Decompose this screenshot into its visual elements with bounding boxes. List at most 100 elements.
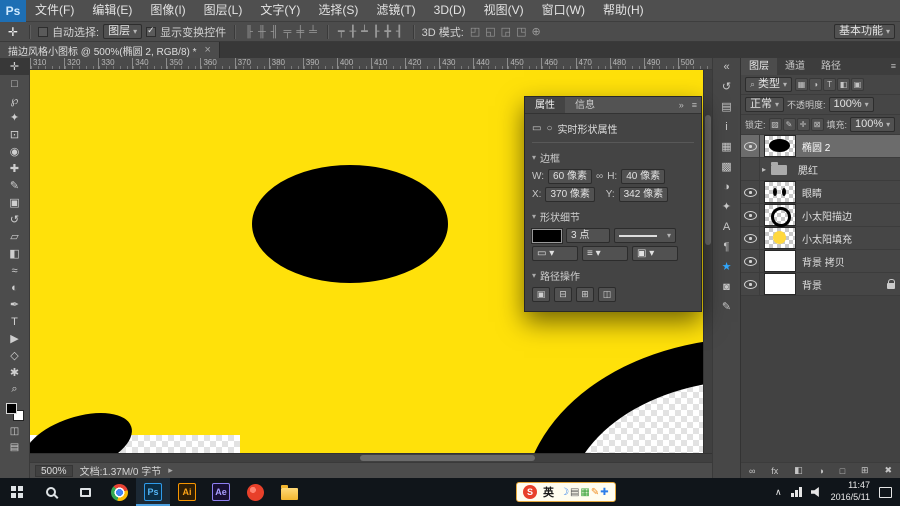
3d-drag-icon[interactable]: ◲ [499, 25, 513, 38]
workspace-select[interactable]: 基本功能 ▾ [834, 24, 895, 39]
3d-roll-icon[interactable]: ◱ [483, 25, 497, 38]
after-effects-taskbar-icon[interactable]: Ae [204, 478, 238, 506]
task-view-button[interactable] [68, 478, 102, 506]
menu-item[interactable]: 文件(F) [26, 0, 83, 21]
auto-select-target-select[interactable]: 图层 ▾ [103, 24, 142, 39]
height-field[interactable]: 40 像素 [621, 169, 665, 184]
layer-thumbnail[interactable] [765, 228, 795, 248]
action-center-icon[interactable] [879, 487, 892, 498]
start-button[interactable] [0, 478, 34, 506]
styles-icon[interactable]: ✦ [722, 201, 731, 214]
screen-mode-icon[interactable]: ▤ [10, 442, 19, 453]
info-icon[interactable]: i [725, 121, 727, 134]
horizontal-scrollbar[interactable] [30, 453, 712, 462]
vertical-scrollbar[interactable] [703, 70, 712, 453]
filter-adjustment-layers-icon[interactable]: ◑ [809, 78, 822, 91]
subtract-shape-icon[interactable]: ⊟ [554, 287, 572, 302]
layer-row[interactable]: ▸ 腮红 [741, 158, 900, 181]
vertical-scroll-thumb[interactable] [705, 115, 711, 245]
new-adjustment-layer-icon[interactable]: ◑ [818, 466, 823, 476]
filter-type-layers-icon[interactable]: T [823, 78, 836, 91]
status-menu-arrow-icon[interactable]: ▸ [168, 465, 173, 476]
layer-thumbnail[interactable] [769, 159, 791, 179]
distribute-right-icon[interactable]: ┨ [394, 25, 405, 38]
marquee-tool[interactable]: □ [0, 75, 30, 92]
taskbar-clock[interactable]: 11:47 2016/5/11 [831, 480, 870, 503]
menu-item[interactable]: 选择(S) [309, 0, 367, 21]
gradient-tool[interactable]: ◧ [0, 245, 30, 262]
menu-item[interactable]: 3D(D) [425, 0, 475, 21]
tab-properties[interactable]: 属性 [525, 97, 565, 113]
stroke-type-select[interactable]: ▾ [614, 228, 676, 243]
3d-slide-icon[interactable]: ◳ [514, 25, 528, 38]
menu-item[interactable]: 图像(I) [141, 0, 194, 21]
collapse-panel-icon[interactable]: » [675, 97, 688, 113]
photoshop-taskbar-icon[interactable]: Ps [136, 478, 170, 506]
type-tool[interactable]: T [0, 313, 30, 330]
align-right-edges-icon[interactable]: ╢ [269, 26, 281, 38]
layer-name[interactable]: 背景 [802, 277, 886, 292]
move-tool[interactable]: ✛ [0, 58, 30, 75]
lock-all-icon[interactable]: ⊠ [811, 118, 824, 131]
history-brush-tool[interactable]: ↺ [0, 211, 30, 228]
layer-row[interactable]: 椭圆 2 [741, 135, 900, 158]
auto-select-checkbox[interactable] [38, 27, 48, 37]
tab-info[interactable]: 信息 [565, 97, 605, 113]
add-layer-mask-icon[interactable]: ◧ [794, 465, 803, 476]
stroke-width-field[interactable]: 3 点 [566, 228, 610, 243]
brush-tool[interactable]: ✎ [0, 177, 30, 194]
layer-row[interactable]: 眼睛 [741, 181, 900, 204]
eraser-tool[interactable]: ▱ [0, 228, 30, 245]
section-shape-details[interactable]: ▾ 形状细节 [532, 209, 694, 224]
delete-layer-icon[interactable]: ✖ [884, 465, 892, 476]
layer-thumbnail[interactable] [765, 274, 795, 294]
filter-pixel-layers-icon[interactable]: ▦ [795, 78, 808, 91]
stroke-align-select[interactable]: ▭ ▾ [532, 246, 578, 261]
zoom-level-field[interactable]: 500% [35, 465, 73, 477]
menu-item[interactable]: 帮助(H) [594, 0, 653, 21]
layer-row[interactable]: 背景 [741, 273, 900, 296]
layer-thumbnail[interactable] [765, 205, 795, 225]
group-arrow-icon[interactable]: ▸ [762, 165, 766, 174]
link-layers-icon[interactable]: ∞ [749, 466, 755, 476]
dodge-tool[interactable]: ◐ [0, 279, 30, 296]
visibility-toggle[interactable] [741, 204, 760, 226]
show-transform-checkbox[interactable] [146, 27, 156, 37]
tab-channels[interactable]: 通道 [777, 58, 813, 75]
menu-item[interactable]: 图层(L) [195, 0, 252, 21]
fill-field[interactable]: 100% ▾ [850, 117, 895, 132]
shape-tool[interactable]: ◇ [0, 347, 30, 364]
search-button[interactable] [34, 478, 68, 506]
quick-selection-tool[interactable]: ✦ [0, 109, 30, 126]
sogou-moon-icon[interactable]: ☽ [560, 487, 569, 498]
visibility-toggle[interactable] [741, 227, 760, 249]
sogou-browser-icon[interactable] [238, 478, 272, 506]
layer-style-icon[interactable]: fx [771, 466, 778, 476]
menu-item[interactable]: 视图(V) [475, 0, 533, 21]
chrome-icon[interactable] [102, 478, 136, 506]
adjustments-icon[interactable]: ◑ [723, 181, 730, 194]
panel-menu-icon[interactable]: ≡ [887, 58, 900, 75]
stroke-caps-select[interactable]: ≡ ▾ [582, 246, 628, 261]
visibility-toggle[interactable] [741, 135, 760, 157]
align-horizontal-centers-icon[interactable]: ╫ [256, 26, 268, 38]
paragraph-icon[interactable]: ¶ [724, 241, 730, 254]
layer-name[interactable]: 小太阳填充 [802, 231, 886, 246]
network-icon[interactable] [791, 487, 802, 497]
distribute-vertical-icon[interactable]: ╂ [348, 25, 359, 38]
combine-shapes-icon[interactable]: ▣ [532, 287, 550, 302]
tab-paths[interactable]: 路径 [813, 58, 849, 75]
spot-healing-tool[interactable]: ✚ [0, 160, 30, 177]
sogou-logo-icon[interactable]: S [523, 485, 537, 499]
pen-tool[interactable]: ✒ [0, 296, 30, 313]
lock-position-icon[interactable]: ✛ [797, 118, 810, 131]
color-icon[interactable]: ▦ [721, 141, 731, 154]
menu-item[interactable]: 滤镜(T) [367, 0, 424, 21]
new-layer-icon[interactable]: ⊞ [861, 465, 869, 476]
illustrator-taskbar-icon[interactable]: Ai [170, 478, 204, 506]
tab-layers[interactable]: 图层 [741, 58, 777, 75]
expand-panels-icon[interactable]: « [723, 61, 729, 74]
foreground-color-swatch[interactable] [6, 403, 17, 414]
layer-row[interactable]: 背景 拷贝 [741, 250, 900, 273]
distribute-top-icon[interactable]: ┯ [336, 25, 347, 38]
